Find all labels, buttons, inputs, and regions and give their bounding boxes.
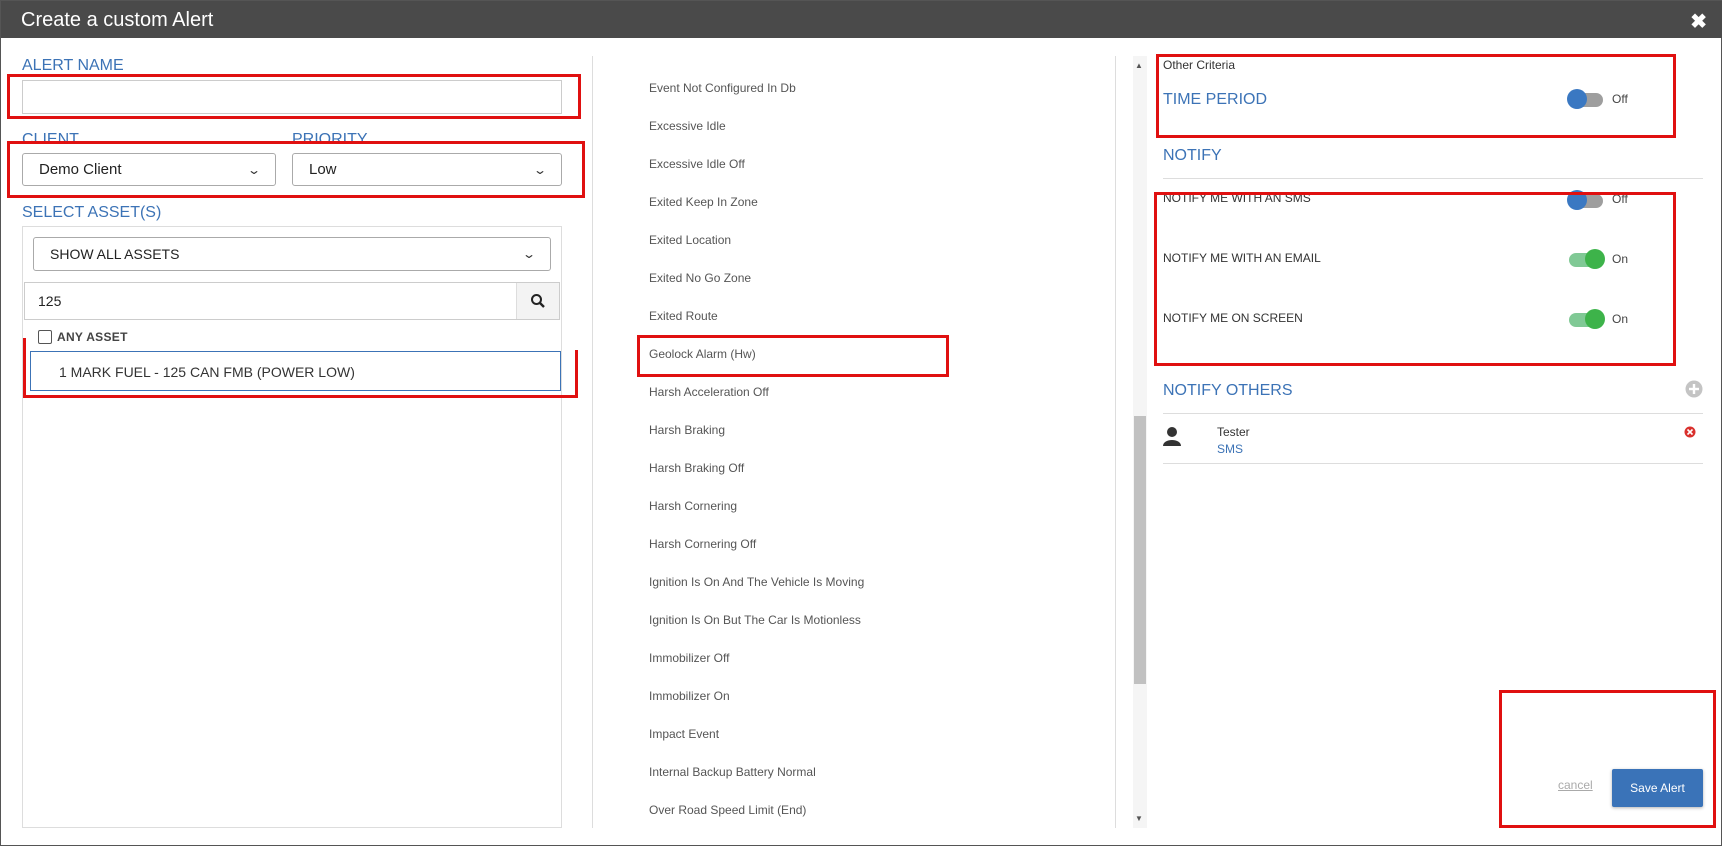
scroll-down-icon[interactable]: ▼ <box>1135 814 1143 823</box>
create-alert-modal: Create a custom Alert ✖ ALERT NAME CLIEN… <box>0 0 1722 846</box>
event-item[interactable]: Exited Route <box>649 309 718 323</box>
asset-item-label: 1 MARK FUEL - 125 CAN FMB (POWER LOW) <box>59 364 355 380</box>
recipient-method[interactable]: SMS <box>1217 442 1243 456</box>
event-item[interactable]: Harsh Acceleration Off <box>649 385 769 399</box>
event-item[interactable]: Excessive Idle Off <box>649 157 745 171</box>
assets-filter-select[interactable]: SHOW ALL ASSETS ⌄ <box>33 237 551 271</box>
time-period-label: TIME PERIOD <box>1163 91 1268 108</box>
asset-search-field[interactable]: 125 <box>24 282 560 320</box>
event-item[interactable]: Ignition Is On And The Vehicle Is Moving <box>649 575 864 589</box>
section-divider <box>1163 178 1703 179</box>
events-scrollbar[interactable]: ▲ ▼ <box>1133 56 1147 828</box>
any-asset-checkbox[interactable] <box>38 330 52 344</box>
select-assets-label: SELECT ASSET(S) <box>22 204 162 221</box>
email-toggle[interactable] <box>1569 249 1605 269</box>
toggle-knob <box>1585 309 1605 329</box>
sms-toggle[interactable] <box>1567 190 1603 210</box>
event-item[interactable]: Exited No Go Zone <box>649 271 751 285</box>
chevron-down-icon: ⌄ <box>521 247 537 261</box>
remove-recipient-icon[interactable] <box>1684 426 1696 438</box>
column-divider <box>592 56 593 828</box>
assets-filter-value: SHOW ALL ASSETS <box>50 246 180 262</box>
highlight-box <box>1154 192 1676 366</box>
event-item[interactable]: Immobilizer Off <box>649 651 729 665</box>
event-item[interactable]: Excessive Idle <box>649 119 726 133</box>
alert-name-input[interactable] <box>22 80 562 114</box>
column-divider <box>1115 56 1116 828</box>
time-period-state: Off <box>1612 92 1628 106</box>
search-button[interactable] <box>516 283 559 319</box>
client-select-value: Demo Client <box>39 161 122 178</box>
alert-name-label: ALERT NAME <box>22 57 124 74</box>
notify-screen-label: NOTIFY ME ON SCREEN <box>1163 311 1303 325</box>
modal-title: Create a custom Alert <box>21 9 214 31</box>
title-bar: Create a custom Alert ✖ <box>1 1 1722 38</box>
notify-sms-label: NOTIFY ME WITH AN SMS <box>1163 191 1311 205</box>
screen-toggle[interactable] <box>1569 309 1605 329</box>
event-item[interactable]: Harsh Cornering <box>649 499 737 513</box>
time-period-toggle[interactable] <box>1567 89 1603 109</box>
event-item[interactable]: Over Road Speed Limit (End) <box>649 803 806 817</box>
event-item[interactable]: Geolock Alarm (Hw) <box>649 347 756 361</box>
toggle-knob <box>1567 89 1587 109</box>
client-label: CLIENT <box>22 131 79 148</box>
scrollbar-thumb[interactable] <box>1134 416 1146 684</box>
event-item[interactable]: Harsh Cornering Off <box>649 537 756 551</box>
event-item[interactable]: Harsh Braking <box>649 423 725 437</box>
client-select[interactable]: Demo Client ⌄ <box>22 153 276 186</box>
section-divider <box>1163 413 1703 414</box>
event-item[interactable]: Event Not Configured In Db <box>649 81 796 95</box>
notify-others-title: NOTIFY OTHERS <box>1163 382 1293 399</box>
event-item[interactable]: Ignition Is On But The Car Is Motionless <box>649 613 861 627</box>
other-criteria-label: Other Criteria <box>1163 58 1236 72</box>
any-asset-label: ANY ASSET <box>57 330 128 344</box>
notify-email-label: NOTIFY ME WITH AN EMAIL <box>1163 251 1321 265</box>
priority-select[interactable]: Low ⌄ <box>292 153 562 186</box>
event-item[interactable]: Harsh Braking Off <box>649 461 744 475</box>
chevron-down-icon: ⌄ <box>246 162 262 177</box>
highlight-box <box>1499 690 1716 828</box>
email-state: On <box>1612 252 1629 266</box>
save-alert-button[interactable]: Save Alert <box>1612 769 1703 807</box>
toggle-knob <box>1585 249 1605 269</box>
highlight-box <box>23 338 26 352</box>
event-item[interactable]: Internal Backup Battery Normal <box>649 765 816 779</box>
search-icon <box>531 294 545 308</box>
sms-state: Off <box>1612 192 1628 206</box>
asset-list-item[interactable]: 1 MARK FUEL - 125 CAN FMB (POWER LOW) <box>30 351 561 391</box>
notify-title: NOTIFY <box>1163 147 1222 164</box>
screen-state: On <box>1612 312 1629 326</box>
chevron-down-icon: ⌄ <box>532 162 548 177</box>
section-divider <box>1163 463 1703 464</box>
event-item[interactable]: Exited Keep In Zone <box>649 195 758 209</box>
priority-label: PRIORITY <box>292 131 368 148</box>
recipient-name: Tester <box>1217 425 1250 439</box>
cancel-link[interactable]: cancel <box>1558 778 1593 792</box>
toggle-knob <box>1567 190 1587 210</box>
priority-select-value: Low <box>309 161 337 178</box>
close-icon[interactable]: ✖ <box>1690 9 1707 34</box>
person-icon <box>1163 427 1181 446</box>
add-recipient-icon[interactable] <box>1685 380 1703 398</box>
event-item[interactable]: Impact Event <box>649 727 719 741</box>
event-item[interactable]: Immobilizer On <box>649 689 730 703</box>
asset-search-value: 125 <box>38 293 62 309</box>
scroll-up-icon[interactable]: ▲ <box>1135 61 1143 70</box>
event-item[interactable]: Exited Location <box>649 233 731 247</box>
